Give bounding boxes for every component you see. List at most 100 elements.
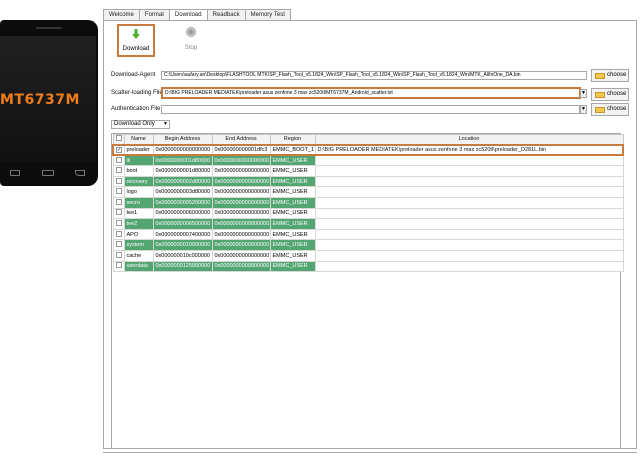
location — [314, 239, 624, 251]
partition-name: recovery — [123, 175, 154, 188]
checkbox[interactable] — [115, 241, 122, 248]
end-address: 0x0000000000000000 — [211, 260, 271, 273]
select-all-checkbox[interactable] — [112, 134, 125, 145]
checkbox[interactable] — [115, 219, 122, 226]
checkbox[interactable]: ✓ — [116, 146, 122, 153]
empty-cell — [124, 303, 153, 314]
scatter-file-field[interactable]: D:\BIG PRELOADER MEDIATEK\preloader asus… — [161, 87, 581, 99]
begin-address: 0x0000000006500000 — [152, 218, 213, 230]
row-checkbox[interactable] — [112, 260, 125, 273]
download-arrow-icon — [132, 29, 140, 39]
region: EMMC_BOOT_1 — [269, 143, 316, 157]
empty-cell — [124, 282, 153, 293]
table-row[interactable]: tee2 0x0000000006500000 0x0000000000000000… — [112, 218, 624, 230]
row-checkbox[interactable] — [112, 249, 125, 262]
empty-cell — [153, 293, 212, 304]
table-row[interactable]: lk 0x0000000001d80000 0x0000000000000000 EM… — [112, 154, 624, 167]
empty-cell — [212, 282, 270, 293]
table-row[interactable]: secro 0x0000000005200000 0x000000000000000… — [112, 196, 624, 209]
auth-file-dropdown-icon[interactable]: ▼ — [580, 105, 587, 114]
empty-cell — [124, 409, 153, 420]
empty-cell — [270, 293, 315, 304]
empty-cell — [113, 335, 124, 346]
empty-cell — [315, 367, 623, 378]
choose-label: choose — [607, 106, 627, 112]
empty-cell — [153, 346, 212, 357]
region: EMMC_USER — [269, 165, 316, 177]
row-checkbox[interactable] — [112, 165, 125, 177]
partition-name: preloader — [123, 143, 154, 157]
download-button[interactable]: Download — [117, 24, 155, 57]
location — [314, 260, 624, 273]
checkbox[interactable] — [115, 188, 122, 195]
scatter-file-label: Scatter-loading File — [111, 90, 163, 96]
checkbox[interactable] — [115, 198, 122, 205]
end-address: 0x0000000000000000 — [211, 186, 271, 198]
home-key-icon — [42, 170, 54, 176]
location — [314, 249, 624, 262]
auth-file-field[interactable] — [161, 105, 580, 114]
auth-file-choose-button[interactable]: choose — [591, 103, 629, 116]
checkbox[interactable] — [115, 262, 122, 269]
empty-cell — [124, 335, 153, 346]
table-row[interactable]: system 0x0000000010000000 0x00000000000000… — [112, 239, 624, 251]
empty-cell — [212, 409, 270, 420]
phone-screen: MT6737M — [0, 36, 96, 162]
empty-cell — [315, 303, 623, 314]
scatter-file-dropdown-icon[interactable]: ▼ — [580, 89, 587, 98]
table-row[interactable]: recovery 0x0000000002d80000 0x000000000000… — [112, 175, 624, 188]
empty-cell — [124, 388, 153, 399]
table-row[interactable]: APO 0x0000000007400000 0x0000000000000000 E… — [112, 228, 624, 241]
empty-row — [113, 335, 623, 346]
back-key-icon — [75, 170, 85, 176]
table-row[interactable]: cache 0x000000010c000000 0x000000000000000… — [112, 249, 624, 262]
download-mode-select[interactable]: Download Only ▼ — [111, 120, 170, 129]
checkbox[interactable] — [115, 177, 122, 184]
empty-cell — [270, 325, 315, 336]
empty-row — [113, 378, 623, 389]
end-address: 0x0000000000000000 — [211, 196, 271, 209]
table-row[interactable]: tee1 0x0000000006000000 0x0000000000000000… — [112, 207, 624, 220]
checkbox[interactable] — [115, 156, 122, 163]
region: EMMC_USER — [269, 218, 316, 230]
tab-memory-test[interactable]: Memory Test — [244, 9, 291, 20]
row-checkbox[interactable] — [112, 239, 125, 251]
table-row[interactable]: ✓ preloader 0x0000000000000000 0x0000000000… — [112, 143, 624, 157]
row-checkbox[interactable]: ✓ — [112, 143, 125, 157]
empty-row — [113, 272, 623, 283]
region: EMMC_USER — [269, 196, 316, 209]
row-checkbox[interactable] — [112, 175, 125, 188]
download-agent-choose-button[interactable]: choose — [591, 69, 629, 82]
row-checkbox[interactable] — [112, 228, 125, 241]
stop-button[interactable]: Stop — [176, 26, 206, 56]
row-checkbox[interactable] — [112, 186, 125, 198]
scatter-file-choose-button[interactable]: choose — [591, 88, 629, 101]
row-checkbox[interactable] — [112, 207, 125, 220]
row-checkbox[interactable] — [112, 196, 125, 209]
empty-row — [113, 367, 623, 378]
checkbox[interactable] — [115, 166, 122, 173]
table-row[interactable]: boot 0x0000000001d80000 0x0000000000000000… — [112, 165, 624, 177]
empty-cell — [124, 367, 153, 378]
checkbox[interactable] — [115, 230, 122, 237]
empty-cell — [124, 378, 153, 389]
row-checkbox[interactable] — [112, 218, 125, 230]
column-header-name: Name — [123, 134, 154, 145]
tab-welcome[interactable]: Welcome — [103, 9, 140, 20]
tab-format[interactable]: Format — [138, 9, 170, 20]
download-agent-field[interactable]: C:\Users\aufary.an\Desktop\FLASHTOOL MTK… — [161, 71, 587, 80]
empty-cell — [124, 399, 153, 410]
table-row[interactable]: logo 0x0000000003d80000 0x0000000000000000… — [112, 186, 624, 198]
table-row[interactable]: userdata 0x0000000125000000 0x000000000000… — [112, 260, 624, 273]
checkbox[interactable] — [115, 209, 122, 216]
empty-cell — [212, 367, 270, 378]
empty-row — [113, 325, 623, 336]
tab-readback[interactable]: Readback — [206, 9, 246, 20]
end-address: 0x0000000000000000 — [211, 218, 271, 230]
row-checkbox[interactable] — [112, 154, 125, 167]
empty-cell — [124, 431, 153, 442]
empty-cell — [113, 303, 124, 314]
checkbox[interactable] — [115, 251, 122, 258]
empty-cell — [212, 325, 270, 336]
location — [314, 228, 624, 241]
